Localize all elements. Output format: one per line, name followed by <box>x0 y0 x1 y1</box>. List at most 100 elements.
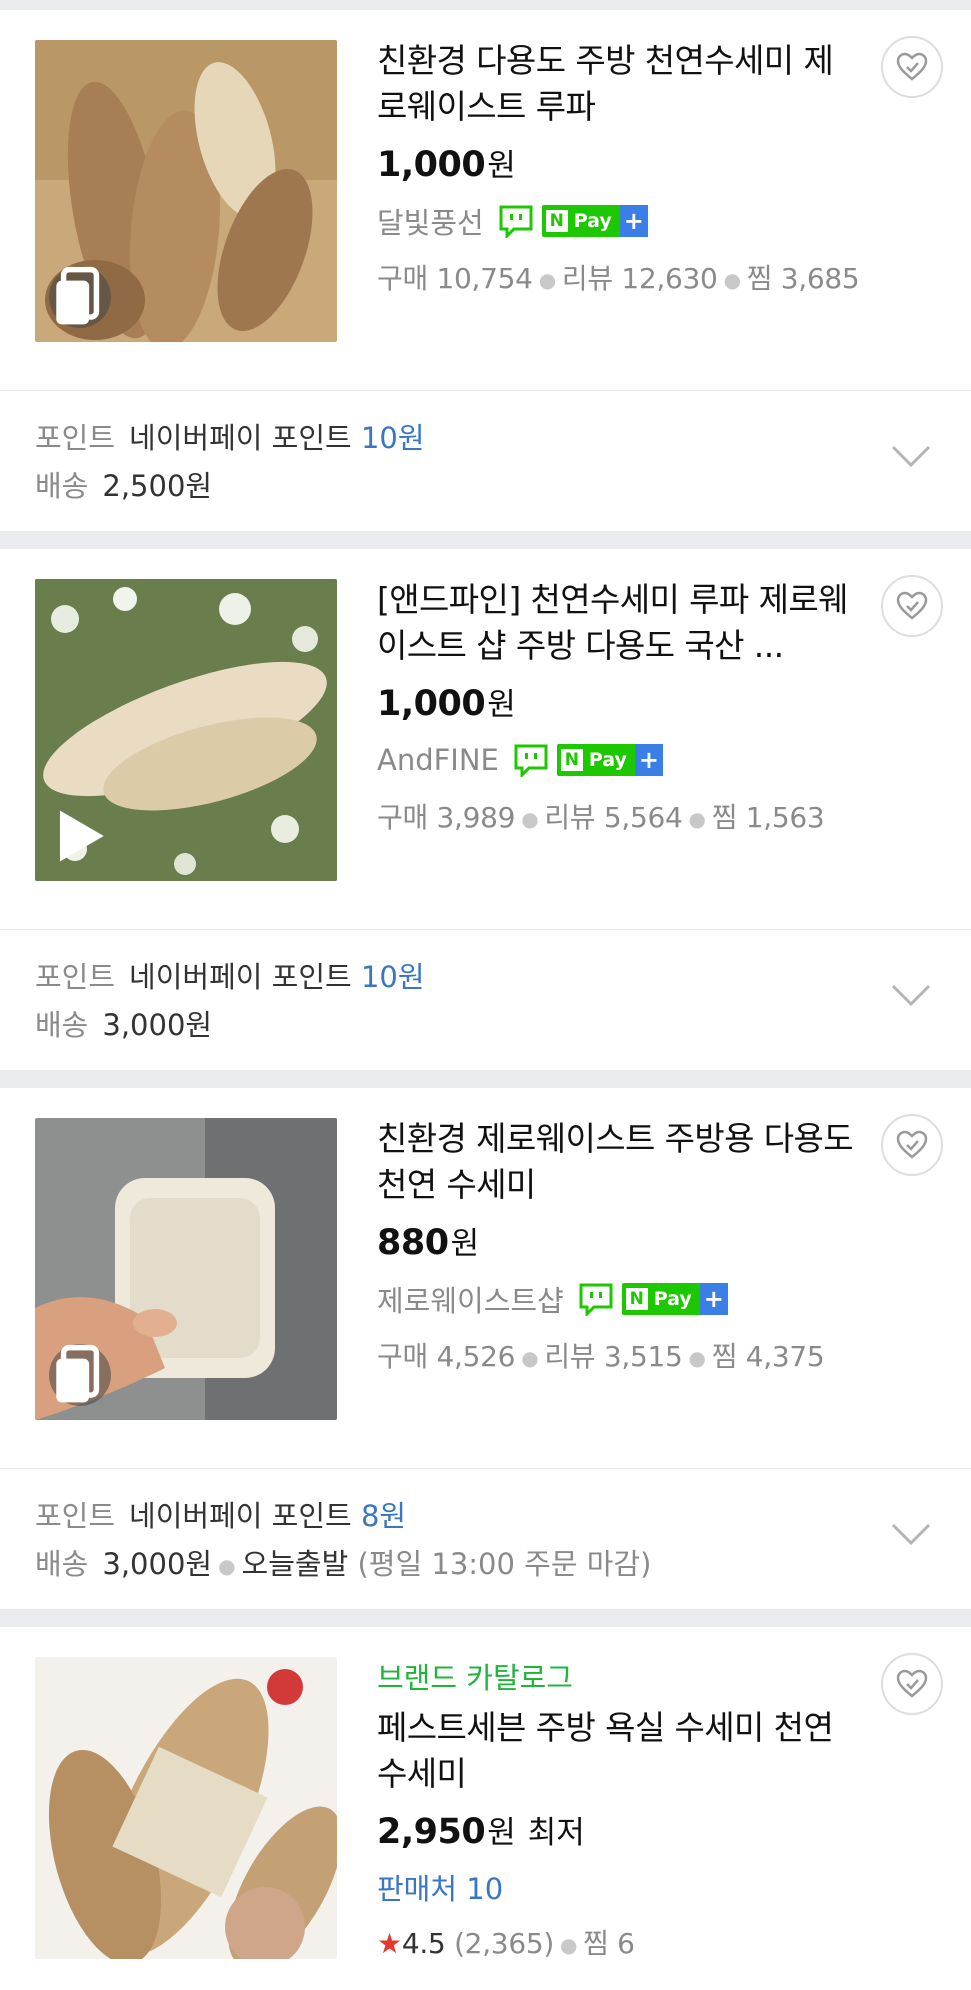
seller-name[interactable]: AndFINE <box>377 743 499 777</box>
point-label: 포인트 <box>35 960 116 994</box>
point-value: 10원 <box>360 960 425 994</box>
seller-count-link[interactable]: 판매처 10 <box>377 1866 857 1908</box>
pay-label: Pay <box>573 210 612 232</box>
dot-separator: ● <box>688 807 706 831</box>
currency-unit: 원 <box>487 148 516 184</box>
product-price: 1,000 <box>377 684 486 724</box>
rating-value: 4.5 <box>401 1927 446 1960</box>
same-day-shipping: 오늘출발 <box>241 1547 349 1581</box>
section-separator <box>0 0 971 10</box>
shipping-line: 배송 2,500원 <box>35 463 212 505</box>
purchase-count: 구매 4,526 <box>377 1340 516 1373</box>
point-line: 포인트 네이버페이 포인트 10원 <box>35 415 425 457</box>
heart-outline-icon <box>896 1130 928 1159</box>
shipping-label: 배송 <box>35 1008 89 1042</box>
seller-name[interactable]: 제로웨이스트샵 <box>377 1278 564 1320</box>
product-info: [앤드파인] 천연수세미 루파 제로웨이스트 샵 주방 다용도 국산 ... 1… <box>377 577 857 836</box>
shipping-fee: 3,000원 <box>102 1008 213 1042</box>
naver-pay-badge: N Pay + <box>621 1283 728 1315</box>
purchase-count: 구매 3,989 <box>377 801 516 834</box>
wishlist-button[interactable] <box>881 1114 943 1176</box>
wish-count: 찜 3,685 <box>746 262 860 295</box>
wishlist-button[interactable] <box>881 575 943 637</box>
product-thumbnail[interactable] <box>35 579 337 881</box>
photo-review-icon <box>49 266 111 328</box>
point-value: 8원 <box>360 1499 407 1533</box>
product-title[interactable]: 친환경 다용도 주방 천연수세미 제로웨이스트 루파 <box>377 38 857 130</box>
currency-unit: 원 <box>450 1226 480 1262</box>
product-stats: 구매 4,526 ● 리뷰 3,515 ● 찜 4,375 <box>377 1335 857 1375</box>
shipping-cutoff-note: (평일 13:00 주문 마감) <box>357 1547 652 1581</box>
product-title[interactable]: 페스트세븐 주방 욕실 수세미 천연수세미 <box>377 1705 857 1797</box>
review-count[interactable]: 리뷰 5,564 <box>544 801 682 834</box>
point-label: 포인트 <box>35 421 116 455</box>
dot-separator: ● <box>688 1346 706 1370</box>
heart-outline-icon <box>896 1669 928 1698</box>
point-line: 포인트 네이버페이 포인트 8원 <box>35 1493 406 1535</box>
product-thumbnail[interactable] <box>35 1657 337 1959</box>
product-card[interactable]: [앤드파인] 천연수세미 루파 제로웨이스트 샵 주방 다용도 국산 ... 1… <box>0 549 971 929</box>
plus-icon: + <box>699 1283 728 1315</box>
product-info: 브랜드 카탈로그 페스트세븐 주방 욕실 수세미 천연수세미 2,950 원 최저 … <box>377 1655 857 1962</box>
point-label: 포인트 <box>35 1499 116 1533</box>
review-count[interactable]: 리뷰 12,630 <box>562 262 718 295</box>
dot-separator: ● <box>559 1933 578 1957</box>
wishlist-button[interactable] <box>881 1653 943 1715</box>
price-row: 2,950 원 최저 <box>377 1807 857 1852</box>
point-text: 네이버페이 포인트 <box>129 960 352 994</box>
product-card[interactable]: 브랜드 카탈로그 페스트세븐 주방 욕실 수세미 천연수세미 2,950 원 최저 … <box>0 1627 971 1987</box>
lowest-price-label: 최저 <box>527 1815 585 1851</box>
section-separator <box>0 1609 971 1627</box>
star-icon: ★ <box>377 1927 402 1960</box>
talktalk-chat-icon[interactable] <box>578 1282 614 1316</box>
dot-separator: ● <box>723 268 741 292</box>
product-card[interactable]: 친환경 다용도 주방 천연수세미 제로웨이스트 루파 1,000 원 달빛풍선 N… <box>0 10 971 390</box>
purchase-count: 구매 10,754 <box>377 262 533 295</box>
wishlist-button[interactable] <box>881 36 943 98</box>
pay-label: Pay <box>588 749 627 771</box>
chevron-down-icon[interactable] <box>889 1519 933 1549</box>
photo-review-icon <box>49 1344 111 1406</box>
product-price: 2,950 <box>377 1812 486 1852</box>
naver-pay-badge: N Pay + <box>556 744 663 776</box>
dot-separator: ● <box>521 1346 539 1370</box>
chevron-down-icon[interactable] <box>889 441 933 471</box>
naver-n-icon: N <box>545 210 568 232</box>
section-separator <box>0 531 971 549</box>
plus-icon: + <box>619 205 648 237</box>
chevron-down-icon[interactable] <box>889 980 933 1010</box>
product-thumbnail[interactable] <box>35 40 337 342</box>
brand-catalog-label[interactable]: 브랜드 카탈로그 <box>377 1655 857 1697</box>
product-card[interactable]: 친환경 제로웨이스트 주방용 다용도 천연 수세미 880 원 제로웨이스트샵 N… <box>0 1088 971 1468</box>
product-detail-row[interactable]: 포인트 네이버페이 포인트 10원 배송 3,000원 <box>0 929 971 1070</box>
product-title[interactable]: 친환경 제로웨이스트 주방용 다용도 천연 수세미 <box>377 1116 857 1208</box>
shipping-fee: 2,500원 <box>102 469 213 503</box>
price-row: 1,000 원 <box>377 140 857 185</box>
wish-count: 찜 1,563 <box>711 801 825 834</box>
product-stats: 구매 10,754 ● 리뷰 12,630 ● 찜 3,685 <box>377 257 860 297</box>
seller-row: 제로웨이스트샵 N Pay + <box>377 1279 857 1319</box>
currency-unit: 원 <box>487 687 516 723</box>
review-count[interactable]: 리뷰 3,515 <box>544 1340 682 1373</box>
seller-row: 달빛풍선 N Pay + <box>377 201 857 241</box>
product-detail-row[interactable]: 포인트 네이버페이 포인트 8원 배송 3,000원 ● 오늘출발 (평일 13:00 … <box>0 1468 971 1609</box>
product-price: 880 <box>377 1223 449 1263</box>
naver-n-icon: N <box>625 1288 648 1310</box>
product-thumbnail[interactable] <box>35 1118 337 1420</box>
product-title[interactable]: [앤드파인] 천연수세미 루파 제로웨이스트 샵 주방 다용도 국산 ... <box>377 577 857 669</box>
talktalk-chat-icon[interactable] <box>498 204 534 238</box>
product-detail-row[interactable]: 포인트 네이버페이 포인트 10원 배송 2,500원 <box>0 390 971 531</box>
point-value: 10원 <box>360 421 425 455</box>
dot-separator: ● <box>521 807 539 831</box>
rating-count[interactable]: (2,365) <box>454 1927 554 1960</box>
wish-count: 찜 6 <box>583 1927 635 1960</box>
product-stats: 구매 3,989 ● 리뷰 5,564 ● 찜 1,563 <box>377 796 857 836</box>
seller-name[interactable]: 달빛풍선 <box>377 200 484 242</box>
product-stats: ★4.5 (2,365) ● 찜 6 <box>377 1922 857 1962</box>
product-info: 친환경 다용도 주방 천연수세미 제로웨이스트 루파 1,000 원 달빛풍선 N… <box>377 38 860 297</box>
shipping-line: 배송 3,000원 ● 오늘출발 (평일 13:00 주문 마감) <box>35 1541 651 1583</box>
talktalk-chat-icon[interactable] <box>513 743 549 777</box>
plus-icon: + <box>634 744 663 776</box>
play-icon[interactable] <box>49 805 111 867</box>
product-price: 1,000 <box>377 145 486 185</box>
